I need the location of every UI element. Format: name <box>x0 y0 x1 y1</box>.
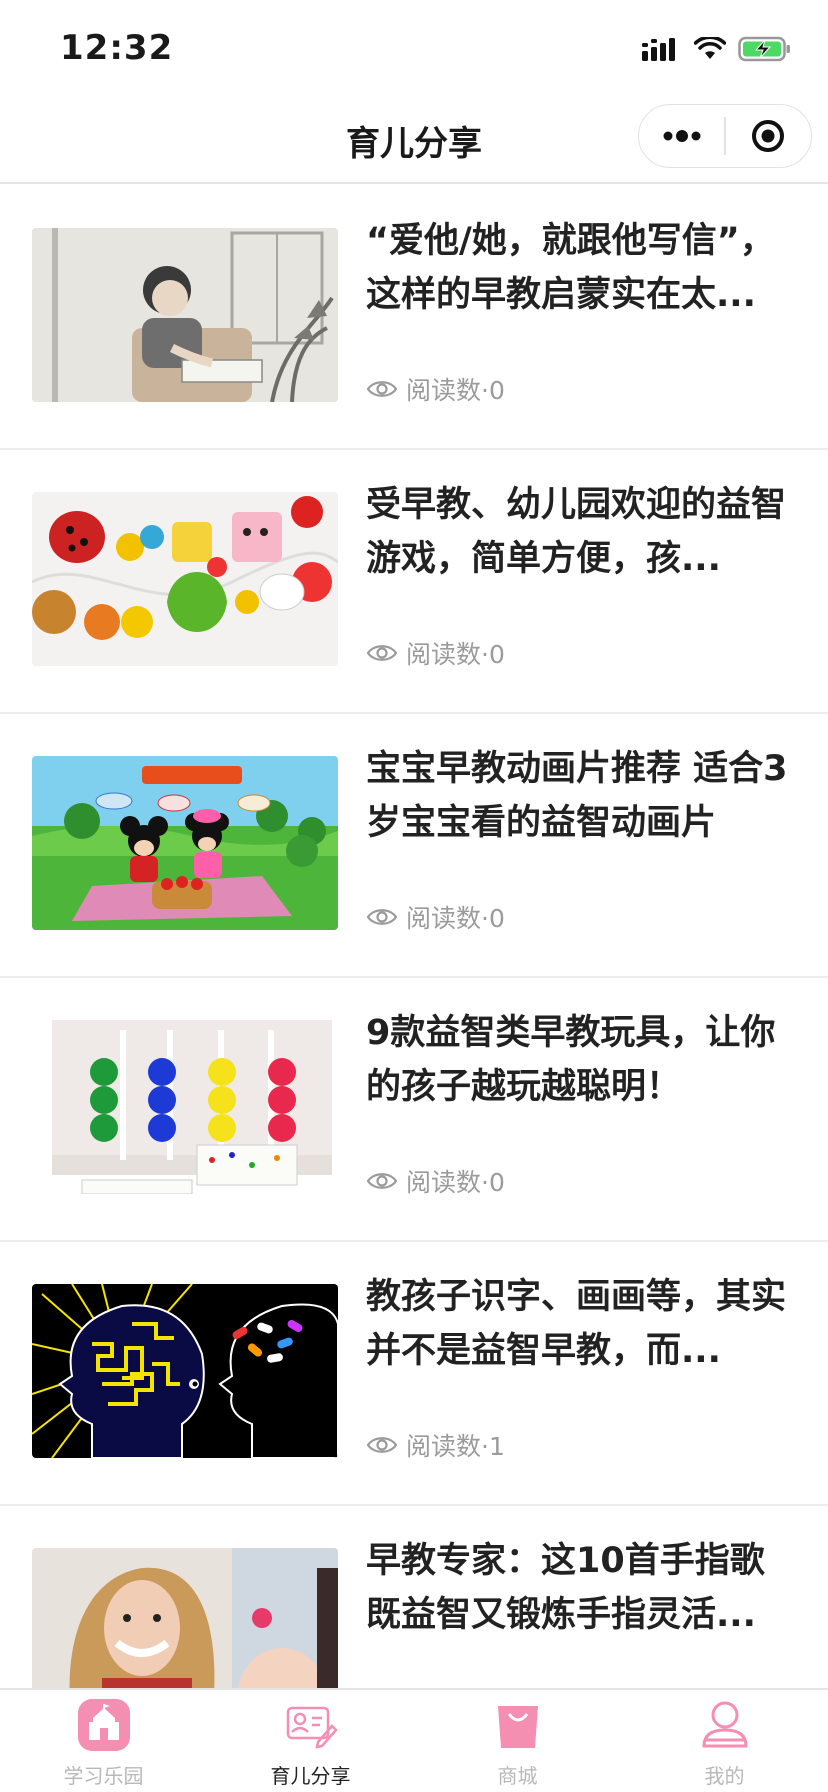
tab-learning-park[interactable]: 学习乐园 <box>0 1690 207 1792</box>
eye-icon <box>366 1173 398 1189</box>
article-item[interactable]: 受早教、幼儿园欢迎的益智游戏，简单方便，孩... 阅读数·0 <box>0 450 828 714</box>
read-count: 阅读数·1 <box>406 1432 505 1461</box>
more-dots-icon <box>663 130 701 142</box>
eye-icon <box>366 645 398 661</box>
user-icon <box>701 1701 748 1748</box>
tab-bar: 学习乐园 育儿分享 商城 我的 <box>0 1688 828 1792</box>
tab-label: 我的 <box>704 1764 745 1788</box>
article-title: “爱他/她，就跟他写信”，这样的早教启蒙实在太... <box>366 221 775 315</box>
brain-maze-silhouettes <box>32 1284 338 1458</box>
read-count: 阅读数·0 <box>406 1168 505 1197</box>
article-meta: 阅读数·0 <box>366 1164 505 1198</box>
eye-icon <box>366 381 398 397</box>
tab-mine[interactable]: 我的 <box>621 1690 828 1792</box>
article-title: 宝宝早教动画片推荐 适合3岁宝宝看的益智动画片 <box>366 749 788 843</box>
eye-icon <box>366 1437 398 1453</box>
boy-writing-illustration <box>32 228 338 402</box>
article-title: 教孩子识字、画画等，其实并不是益智早教，而... <box>366 1277 787 1371</box>
status-icons <box>642 32 792 66</box>
read-count: 阅读数·0 <box>406 640 505 669</box>
status-bar: 12:32 <box>0 0 828 100</box>
page: 12:32 育儿分享 “爱他/她，就跟他写信”，这样的早教启蒙实在太... 阅读… <box>0 0 828 1792</box>
read-count: 阅读数·0 <box>406 904 505 933</box>
color-bead-sorting-toy <box>32 1020 338 1194</box>
tab-parenting-share[interactable]: 育儿分享 <box>207 1690 414 1792</box>
article-title: 早教专家：这10首手指歌既益智又锻炼手指灵活... <box>366 1541 765 1635</box>
close-button[interactable] <box>726 104 811 168</box>
mickey-minnie-picnic <box>32 756 338 930</box>
eye-icon <box>366 909 398 925</box>
read-count: 阅读数·0 <box>406 376 505 405</box>
tab-label: 学习乐园 <box>63 1764 144 1788</box>
status-time: 12:32 <box>60 28 174 68</box>
article-item[interactable]: 早教专家：这10首手指歌既益智又锻炼手指灵活... <box>0 1506 828 1688</box>
article-meta: 阅读数·1 <box>366 1428 505 1462</box>
tab-shop[interactable]: 商城 <box>414 1690 621 1792</box>
article-item[interactable]: “爱他/她，就跟他写信”，这样的早教启蒙实在太... 阅读数·0 <box>0 186 828 450</box>
close-target-icon <box>752 120 785 152</box>
article-item[interactable]: 宝宝早教动画片推荐 适合3岁宝宝看的益智动画片 阅读数·0 <box>0 714 828 978</box>
article-thumbnail <box>32 1020 338 1194</box>
article-item[interactable]: 教孩子识字、画画等，其实并不是益智早教，而... 阅读数·1 <box>0 1242 828 1506</box>
signal-icon <box>642 38 675 61</box>
wifi-icon <box>694 37 726 59</box>
battery-charging-icon <box>738 36 790 62</box>
more-button[interactable] <box>639 104 724 168</box>
navigation-bar: 育儿分享 <box>0 100 828 184</box>
article-title: 9款益智类早教玩具，让你的孩子越玩越聪明！ <box>366 1013 776 1107</box>
article-thumbnail <box>32 756 338 930</box>
school-icon <box>77 1699 130 1751</box>
woman-with-baby-photo <box>32 1548 338 1688</box>
article-thumbnail <box>32 1284 338 1458</box>
mini-program-capsule <box>638 104 812 168</box>
article-title: 受早教、幼儿园欢迎的益智游戏，简单方便，孩... <box>366 485 787 579</box>
shopping-bag-icon <box>497 1706 538 1748</box>
wooden-lacing-beads <box>32 492 338 666</box>
article-meta: 阅读数·0 <box>366 900 505 934</box>
tab-label: 育儿分享 <box>270 1764 351 1788</box>
article-thumbnail <box>32 1548 338 1688</box>
tab-label: 商城 <box>497 1764 538 1788</box>
article-thumbnail <box>32 228 338 402</box>
article-item[interactable]: 9款益智类早教玩具，让你的孩子越玩越聪明！ 阅读数·0 <box>0 978 828 1242</box>
article-meta: 阅读数·0 <box>366 372 505 406</box>
profile-card-icon <box>286 1706 338 1749</box>
article-thumbnail <box>32 492 338 666</box>
article-meta: 阅读数·0 <box>366 636 505 670</box>
article-list: “爱他/她，就跟他写信”，这样的早教启蒙实在太... 阅读数·0 受早教、幼儿园… <box>0 186 828 1688</box>
